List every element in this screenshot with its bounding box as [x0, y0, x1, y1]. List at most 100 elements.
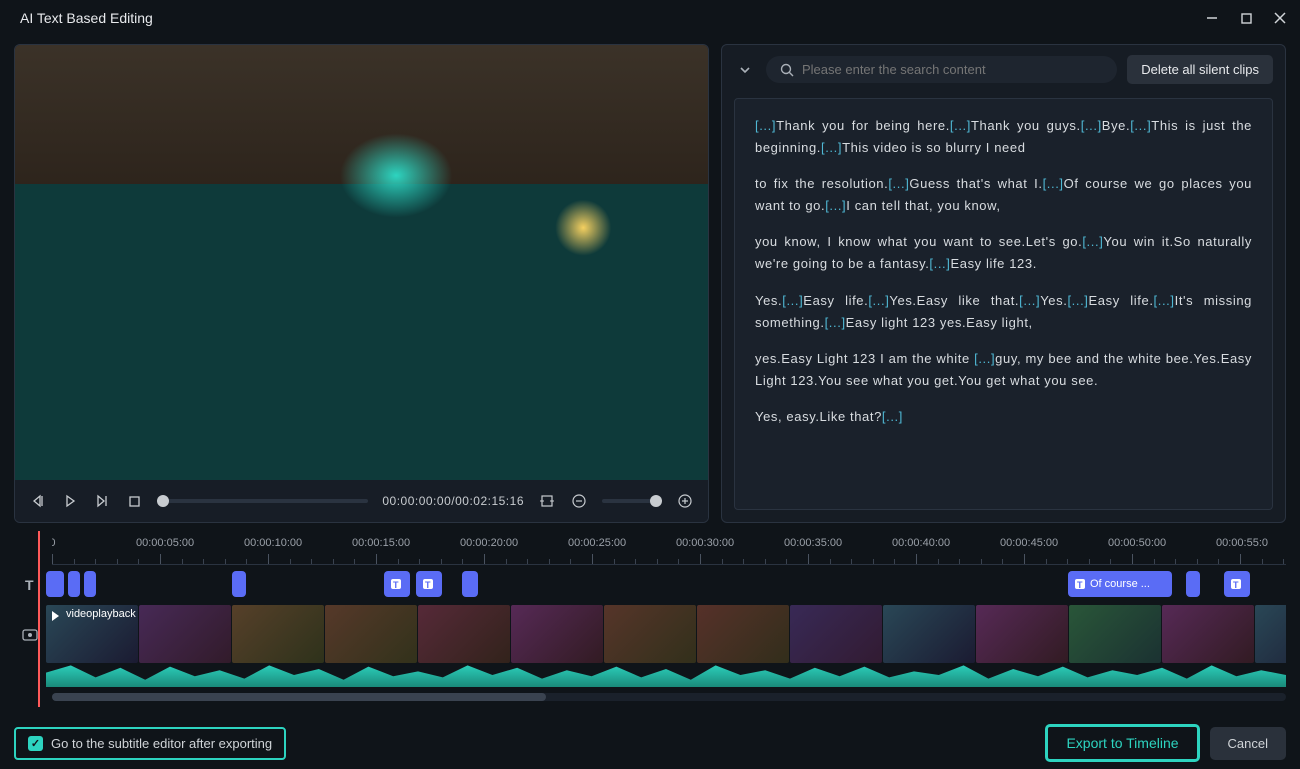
video-thumbnail[interactable]: [790, 605, 882, 663]
transcript-paragraph[interactable]: [...]Thank you for being here.[...]Thank…: [755, 115, 1252, 159]
video-thumbnail[interactable]: [1162, 605, 1254, 663]
silence-marker[interactable]: [...]: [1067, 293, 1088, 308]
video-thumbnail[interactable]: [418, 605, 510, 663]
silence-marker[interactable]: [...]: [821, 140, 842, 155]
text-clip[interactable]: T: [1224, 571, 1250, 597]
video-thumbnail[interactable]: [697, 605, 789, 663]
transcript-text[interactable]: Easy life.: [803, 293, 868, 308]
transcript-text[interactable]: Yes.Easy like that.: [889, 293, 1019, 308]
zoom-handle[interactable]: [650, 495, 662, 507]
video-track[interactable]: videoplayback: [46, 605, 1286, 689]
transcript-text[interactable]: Yes, easy.Like that?: [755, 409, 882, 424]
text-clip[interactable]: [232, 571, 246, 597]
silence-marker[interactable]: [...]: [974, 351, 995, 366]
transcript-text[interactable]: you know, I know what you want to see.Le…: [755, 234, 1082, 249]
silence-marker[interactable]: [...]: [755, 118, 776, 133]
video-scene: [15, 45, 708, 480]
text-clip[interactable]: [46, 571, 64, 597]
text-clip[interactable]: T: [416, 571, 442, 597]
minimize-icon[interactable]: [1204, 10, 1220, 26]
silence-marker[interactable]: [...]: [1043, 176, 1064, 191]
zoom-in-icon[interactable]: [676, 492, 694, 510]
transcript-text[interactable]: Easy light 123 yes.Easy light,: [846, 315, 1033, 330]
silence-marker[interactable]: [...]: [950, 118, 971, 133]
transcript-text[interactable]: Yes.: [755, 293, 782, 308]
video-thumbnail[interactable]: [976, 605, 1068, 663]
maximize-icon[interactable]: [1238, 10, 1254, 26]
transcript-paragraph[interactable]: yes.Easy Light 123 I am the white [...]g…: [755, 348, 1252, 392]
video-thumbnail[interactable]: videoplayback: [46, 605, 138, 663]
silence-marker[interactable]: [...]: [882, 409, 903, 424]
transcript-text[interactable]: yes.Easy Light 123 I am the white: [755, 351, 974, 366]
step-back-icon[interactable]: [29, 492, 47, 510]
transcript-paragraph[interactable]: to fix the resolution.[...]Guess that's …: [755, 173, 1252, 217]
video-thumbnail[interactable]: [1255, 605, 1286, 663]
transcript-paragraph[interactable]: Yes, easy.Like that?[...]: [755, 406, 1252, 428]
video-thumbnail[interactable]: [139, 605, 231, 663]
text-clip[interactable]: [1186, 571, 1200, 597]
export-button[interactable]: Export to Timeline: [1045, 724, 1199, 762]
silence-marker[interactable]: [...]: [825, 198, 846, 213]
transcript-text[interactable]: I can tell that, you know,: [846, 198, 1000, 213]
text-clip[interactable]: [462, 571, 478, 597]
timeline-scrollbar[interactable]: [52, 693, 1286, 701]
zoom-slider[interactable]: [602, 499, 662, 503]
silence-marker[interactable]: [...]: [888, 176, 909, 191]
text-clip[interactable]: [84, 571, 96, 597]
silence-marker[interactable]: [...]: [825, 315, 846, 330]
text-clip[interactable]: TOf course ...: [1068, 571, 1172, 597]
transcript-text[interactable]: Yes.: [1040, 293, 1067, 308]
crop-icon[interactable]: [538, 492, 556, 510]
playhead[interactable]: [38, 531, 40, 707]
subtitle-editor-checkbox[interactable]: ✓ Go to the subtitle editor after export…: [14, 727, 286, 760]
silence-marker[interactable]: [...]: [782, 293, 803, 308]
video-thumbnail[interactable]: [1069, 605, 1161, 663]
search-box[interactable]: [766, 56, 1117, 83]
titlebar: AI Text Based Editing: [0, 0, 1300, 36]
silence-marker[interactable]: [...]: [868, 293, 889, 308]
chevron-down-icon[interactable]: [734, 63, 756, 77]
search-input[interactable]: [802, 62, 1103, 77]
video-thumbnail[interactable]: [511, 605, 603, 663]
silence-marker[interactable]: [...]: [1082, 234, 1103, 249]
transcript-paragraph[interactable]: you know, I know what you want to see.Le…: [755, 231, 1252, 275]
text-track[interactable]: TTTOf course ...T: [46, 569, 1286, 601]
cancel-button[interactable]: Cancel: [1210, 727, 1286, 760]
text-clip[interactable]: [68, 571, 80, 597]
video-preview[interactable]: [15, 45, 708, 480]
silence-marker[interactable]: [...]: [929, 256, 950, 271]
transcript-paragraph[interactable]: Yes.[...]Easy life.[...]Yes.Easy like th…: [755, 290, 1252, 334]
video-thumbnail[interactable]: [232, 605, 324, 663]
silence-marker[interactable]: [...]: [1154, 293, 1175, 308]
transcript-pane: Delete all silent clips [...]Thank you f…: [721, 44, 1286, 523]
stop-icon[interactable]: [125, 492, 143, 510]
play-icon[interactable]: [61, 492, 79, 510]
step-forward-icon[interactable]: [93, 492, 111, 510]
silence-marker[interactable]: [...]: [1130, 118, 1151, 133]
transcript-text[interactable]: Bye.: [1102, 118, 1130, 133]
silence-marker[interactable]: [...]: [1019, 293, 1040, 308]
text-clip[interactable]: T: [384, 571, 410, 597]
transcript-text[interactable]: Guess that's what I.: [909, 176, 1042, 191]
audio-waveform[interactable]: [46, 663, 1286, 687]
time-ruler[interactable]: 00:0000:00:05:0000:00:10:0000:00:15:0000…: [52, 533, 1286, 565]
scrollbar-thumb[interactable]: [52, 693, 546, 701]
transcript-text[interactable]: Easy life 123.: [950, 256, 1036, 271]
transcript-text[interactable]: Thank you guys.: [971, 118, 1081, 133]
video-thumbnail[interactable]: [325, 605, 417, 663]
video-track-row: videoplayback: [14, 605, 1286, 689]
transcript-text[interactable]: This video is so blurry I need: [842, 140, 1025, 155]
scrub-bar[interactable]: [157, 499, 368, 503]
delete-silent-button[interactable]: Delete all silent clips: [1127, 55, 1273, 84]
video-thumbnail[interactable]: [883, 605, 975, 663]
silence-marker[interactable]: [...]: [1081, 118, 1102, 133]
zoom-out-icon[interactable]: [570, 492, 588, 510]
clip-strip[interactable]: videoplayback: [46, 605, 1286, 663]
video-thumbnail[interactable]: [604, 605, 696, 663]
close-icon[interactable]: [1272, 10, 1288, 26]
transcript-text[interactable]: to fix the resolution.: [755, 176, 888, 191]
scrub-handle[interactable]: [157, 495, 169, 507]
transcript-text[interactable]: Easy life.: [1089, 293, 1154, 308]
transcript-text[interactable]: Thank you for being here.: [776, 118, 950, 133]
transcript[interactable]: [...]Thank you for being here.[...]Thank…: [734, 98, 1273, 510]
